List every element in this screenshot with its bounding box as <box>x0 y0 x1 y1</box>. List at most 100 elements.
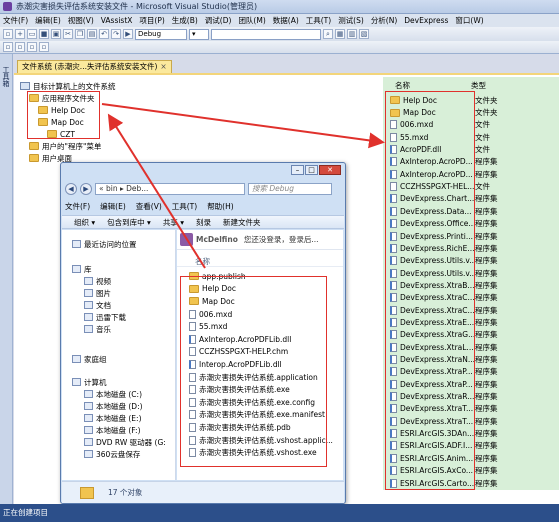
menu-item[interactable]: 编辑(E) <box>35 15 61 26</box>
list-item-type: 文件夹 <box>475 108 498 118</box>
menu-item[interactable]: 数据(A) <box>273 15 299 26</box>
nav-item-icon <box>84 450 93 458</box>
command-button[interactable]: 组织 ▾ <box>74 217 95 228</box>
toolbar-icon-1[interactable]: ▫ <box>3 42 13 52</box>
list-item-type: 程序集 <box>475 342 498 352</box>
redo-icon[interactable]: ↷ <box>111 29 121 39</box>
nav-item-icon <box>84 301 93 309</box>
nav-item[interactable]: 文档 <box>84 299 111 311</box>
explorer-menu-item[interactable]: 工具(T) <box>172 201 197 211</box>
minimize-icon[interactable]: – <box>291 165 304 175</box>
properties-icon[interactable]: ▥ <box>347 29 357 39</box>
nav-item[interactable]: 本地磁盘 (C:) <box>84 388 142 400</box>
nav-item[interactable]: 本地磁盘 (F:) <box>84 424 141 436</box>
left-dock-strip: 工具箱 <box>0 54 13 504</box>
visual-studio-icon <box>3 2 12 11</box>
explorer-menu-item[interactable]: 文件(F) <box>65 201 90 211</box>
toolbar-icon-3[interactable]: ▫ <box>27 42 37 52</box>
search-input[interactable]: 搜索 Debug <box>248 183 332 195</box>
nav-item[interactable]: 家庭组 <box>72 353 107 365</box>
nav-item[interactable]: 视频 <box>84 275 111 287</box>
list-item-type: 文件 <box>475 132 490 142</box>
add-item-icon[interactable]: + <box>15 29 25 39</box>
new-project-icon[interactable]: ▫ <box>3 29 13 39</box>
command-button[interactable]: 共享 ▾ <box>163 217 184 228</box>
nav-item[interactable]: 库 <box>72 263 92 275</box>
copy-icon[interactable]: ❐ <box>75 29 85 39</box>
explorer-menu-item[interactable]: 帮助(H) <box>207 201 234 211</box>
toolbar-icon-2[interactable]: ▫ <box>15 42 25 52</box>
window-controls: – □ ✕ <box>291 165 341 175</box>
toolbox-dock-tab[interactable]: 工具箱 <box>2 66 11 87</box>
nav-item-icon <box>72 355 81 363</box>
qq-login-hint[interactable]: 您还没登录，登录后... <box>244 234 319 245</box>
nav-item-icon <box>84 390 93 398</box>
nav-item[interactable]: 最近访问的位置 <box>72 238 137 250</box>
nav-item-label: 本地磁盘 (E:) <box>96 413 142 423</box>
nav-item[interactable]: 迅雷下载 <box>84 311 126 323</box>
paste-icon[interactable]: ▤ <box>87 29 97 39</box>
nav-item[interactable]: 计算机 <box>72 376 107 388</box>
forward-icon[interactable]: ▶ <box>80 183 92 195</box>
menu-item[interactable]: 项目(P) <box>139 15 164 26</box>
start-debug-icon[interactable]: ▶ <box>123 29 133 39</box>
explorer-menu-bar: 文件(F) 编辑(E) 查看(V) 工具(T) 帮助(H) <box>65 201 234 211</box>
menu-item[interactable]: DevExpress <box>404 16 448 25</box>
explorer-menu-item[interactable]: 编辑(E) <box>100 201 126 211</box>
menu-item[interactable]: 调试(D) <box>205 15 232 26</box>
save-all-icon[interactable]: ▣ <box>51 29 61 39</box>
solution-config-select[interactable]: Debug <box>135 28 187 40</box>
menu-item[interactable]: VAssistX <box>101 16 133 25</box>
nav-item-icon <box>72 265 81 273</box>
nav-item-label: 本地磁盘 (F:) <box>96 425 141 435</box>
menu-item[interactable]: 工具(T) <box>306 15 331 26</box>
list-item-type: 程序集 <box>475 404 498 414</box>
menu-item[interactable]: 生成(B) <box>172 15 198 26</box>
menu-item[interactable]: 窗口(W) <box>455 15 483 26</box>
solution-explorer-icon[interactable]: ▦ <box>335 29 345 39</box>
close-icon[interactable]: ✕ <box>319 165 341 175</box>
toolbar-icon-4[interactable]: ▫ <box>39 42 49 52</box>
list-item-type: 文件 <box>475 120 490 130</box>
qq-username[interactable]: McDelfino <box>196 235 238 244</box>
cut-icon[interactable]: ✂ <box>63 29 73 39</box>
menu-item[interactable]: 视图(V) <box>68 15 94 26</box>
menu-item[interactable]: 团队(M) <box>238 15 265 26</box>
menu-item[interactable]: 测试(S) <box>338 15 364 26</box>
folder-icon <box>29 142 39 150</box>
menu-item[interactable]: 文件(F) <box>3 15 28 26</box>
tab-file-system[interactable]: 文件系统 (赤潮灾...失评估系统安装文件) × <box>17 60 172 73</box>
close-tab-icon[interactable]: × <box>160 62 166 71</box>
toolbox-icon[interactable]: ▧ <box>359 29 369 39</box>
find-combo[interactable] <box>211 28 321 40</box>
back-icon[interactable]: ◀ <box>65 183 77 195</box>
nav-item[interactable]: 图片 <box>84 287 111 299</box>
open-file-icon[interactable]: ▭ <box>27 29 37 39</box>
menu-item[interactable]: 分析(N) <box>371 15 397 26</box>
tree-item-label: 目标计算机上的文件系统 <box>33 81 116 91</box>
avatar[interactable] <box>180 233 193 246</box>
command-button[interactable]: 新建文件夹 <box>223 217 261 228</box>
explorer-menu-item[interactable]: 查看(V) <box>136 201 162 211</box>
undo-icon[interactable]: ↶ <box>99 29 109 39</box>
nav-item-icon <box>84 438 93 446</box>
column-name-header[interactable]: 名称 <box>177 256 343 267</box>
address-bar[interactable]: « bin ▸ Deb... <box>95 183 245 195</box>
command-button[interactable]: 刻录 <box>196 217 211 228</box>
tree-item[interactable]: 用户的"程序"菜单 <box>20 140 140 152</box>
list-item-type: 程序集 <box>475 392 498 402</box>
nav-item-icon <box>84 325 93 333</box>
nav-item[interactable]: 本地磁盘 (D:) <box>84 400 143 412</box>
find-icon[interactable]: ⌕ <box>323 29 333 39</box>
nav-item[interactable]: 360云盘保存 <box>84 448 140 460</box>
save-icon[interactable]: ■ <box>39 29 49 39</box>
nav-item[interactable]: DVD RW 驱动器 (G: <box>84 436 166 448</box>
nav-item-label: 本地磁盘 (C:) <box>96 389 142 399</box>
nav-item-icon <box>84 313 93 321</box>
nav-item[interactable]: 本地磁盘 (E:) <box>84 412 142 424</box>
standard-toolbar: ▫ + ▭ ■ ▣ ✂ ❐ ▤ ↶ ↷ ▶ Debug ▾ ⌕ ▦ ▥ ▧ <box>0 27 559 41</box>
maximize-icon[interactable]: □ <box>305 165 318 175</box>
nav-item[interactable]: 音乐 <box>84 323 111 335</box>
platform-select[interactable]: ▾ <box>189 28 209 40</box>
command-button[interactable]: 包含到库中 ▾ <box>107 217 151 228</box>
